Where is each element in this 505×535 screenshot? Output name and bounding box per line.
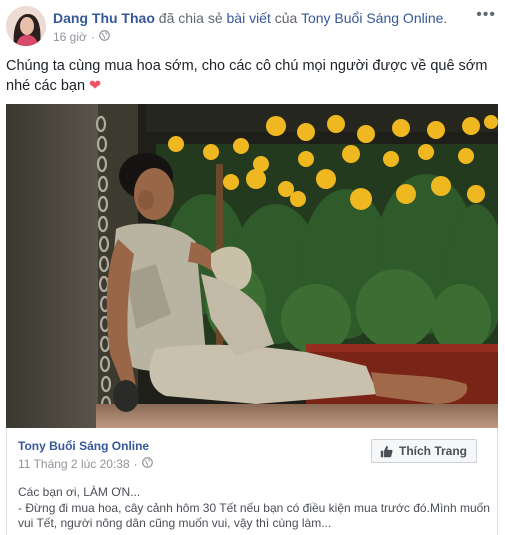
shared-meta: 11 Tháng 2 lúc 20:38 · [18, 457, 153, 471]
shared-text-line: - Đừng đi mua hoa, cây cảnh hôm 30 Tết n… [18, 500, 490, 515]
shared-post-text: Các bạn ơi, LÀM ƠN... - Đừng đi mua hoa,… [18, 485, 496, 532]
like-page-button[interactable]: Thích Trang [370, 439, 477, 463]
like-page-label: Thích Trang [398, 444, 467, 458]
globe-icon[interactable] [99, 29, 110, 45]
feed-post: Dang Thu Thao đã chia sẻ bài viết của To… [0, 0, 505, 535]
author-avatar[interactable] [6, 6, 46, 46]
more-options-icon[interactable]: ••• [476, 7, 496, 23]
post-text: Chúng ta cùng mua hoa sớm, cho các cô ch… [6, 56, 496, 96]
post-text-line: nhé các bạn ❤ [6, 78, 102, 94]
shared-object-link[interactable]: bài viết [227, 10, 271, 26]
thumbs-up-icon [380, 445, 393, 457]
shared-page-name[interactable]: Tony Buổi Sáng Online [18, 439, 149, 453]
post-meta: 16 giờ · [53, 29, 110, 45]
author-name[interactable]: Dang Thu Thao [53, 10, 155, 26]
heart-emoji: ❤ [89, 78, 102, 94]
post-photo[interactable] [6, 104, 498, 428]
shared-timestamp[interactable]: 11 Tháng 2 lúc 20:38 [18, 457, 130, 471]
post-text-line: Chúng ta cùng mua hoa sớm, cho các cô ch… [6, 58, 488, 74]
shared-post-card[interactable]: Tony Buổi Sáng Online 11 Tháng 2 lúc 20:… [6, 428, 498, 535]
post-timestamp[interactable]: 16 giờ [53, 29, 87, 45]
shared-text-line: Các bạn ơi, LÀM ƠN... [18, 485, 141, 499]
share-verb: đã chia sẻ [158, 10, 223, 26]
globe-icon[interactable] [141, 457, 153, 471]
post-header: Dang Thu Thao đã chia sẻ bài viết của To… [53, 10, 448, 26]
of-word: của [274, 10, 298, 26]
shared-text-line: vui Tết, người nông dân cũng muốn vui, v… [18, 516, 332, 530]
source-page-link[interactable]: Tony Buổi Sáng Online [301, 10, 443, 26]
photo-illustration [6, 104, 498, 428]
